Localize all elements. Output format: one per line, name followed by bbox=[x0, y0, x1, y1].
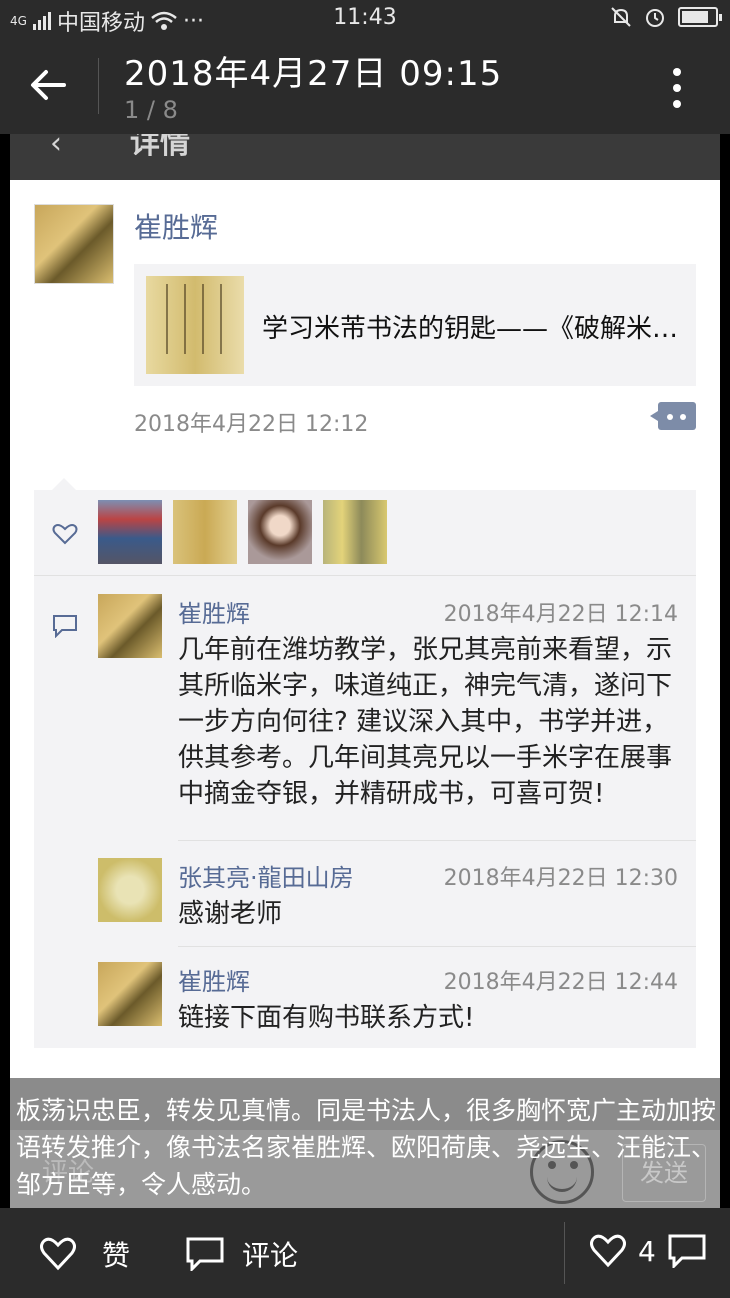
divider bbox=[178, 840, 696, 841]
more-options-icon[interactable] bbox=[672, 66, 682, 110]
comment-item[interactable]: 张其亮·龍田山房 2018年4月22日 12:30 感谢老师 bbox=[98, 858, 678, 938]
likes-row bbox=[34, 490, 696, 576]
avatar[interactable] bbox=[98, 858, 162, 922]
like-count: 4 bbox=[638, 1234, 656, 1268]
back-arrow-icon[interactable] bbox=[26, 62, 72, 108]
comment-icon bbox=[53, 615, 77, 638]
link-thumbnail bbox=[146, 276, 244, 374]
header-divider bbox=[98, 58, 99, 114]
heart-icon bbox=[40, 1237, 76, 1271]
page-indicator: 1 / 8 bbox=[124, 96, 178, 124]
screenshot-title: 详情 bbox=[130, 134, 190, 161]
post-time: 2018年4月22日 12:12 bbox=[134, 412, 369, 437]
battery-icon bbox=[678, 7, 722, 27]
comment-item[interactable]: 崔胜辉 2018年4月22日 12:44 链接下面有购书联系方式! bbox=[98, 962, 678, 1042]
like-count-button[interactable]: 4 bbox=[590, 1234, 706, 1268]
comment-menu-button[interactable] bbox=[650, 402, 696, 430]
comment-author[interactable]: 崔胜辉 bbox=[178, 594, 250, 629]
divider bbox=[564, 1222, 565, 1284]
chevron-left-icon: ‹ bbox=[50, 134, 62, 161]
like-label: 赞 bbox=[102, 1239, 131, 1272]
divider bbox=[178, 946, 696, 947]
avatar[interactable] bbox=[173, 500, 237, 564]
comment-text: 链接下面有购书联系方式! bbox=[178, 1003, 475, 1033]
bottom-action-bar: 赞 评论 4 bbox=[0, 1208, 730, 1298]
avatar[interactable] bbox=[98, 500, 162, 564]
avatar[interactable] bbox=[323, 500, 387, 564]
photo-caption: 板荡识忠臣，转发见真情。同是书法人，很多胸怀宽广主动加按语转发推介，像书法名家崔… bbox=[16, 1096, 717, 1199]
comment-text: 感谢老师 bbox=[178, 899, 283, 929]
status-bar: 4G 中国移动 ··· 11:43 bbox=[0, 0, 730, 38]
link-title: 学习米芾书法的钥匙——《破解米… bbox=[262, 314, 679, 344]
status-right bbox=[610, 6, 722, 28]
comment-time: 2018年4月22日 12:44 bbox=[443, 970, 678, 995]
comment-text: 几年前在潍坊教学，张兄其亮前来看望，示其所临米字，味道纯正，神完气清，遂问下一步… bbox=[178, 635, 673, 809]
shared-link[interactable]: 学习米芾书法的钥匙——《破解米… bbox=[134, 264, 696, 386]
comment-icon bbox=[186, 1237, 224, 1271]
screenshot-header: ‹ 详情 bbox=[10, 134, 720, 180]
like-button[interactable]: 赞 bbox=[40, 1234, 130, 1274]
post-author[interactable]: 崔胜辉 bbox=[134, 206, 218, 246]
avatar[interactable] bbox=[98, 962, 162, 1026]
comment-time: 2018年4月22日 12:30 bbox=[443, 866, 678, 891]
comment-label: 评论 bbox=[242, 1239, 299, 1272]
moments-post: 崔胜辉 学习米芾书法的钥匙——《破解米… 2018年4月22日 12:12 崔胜… bbox=[10, 180, 720, 1078]
comment-item[interactable]: 崔胜辉 2018年4月22日 12:14 几年前在潍坊教学，张兄其亮前来看望，示… bbox=[98, 594, 678, 834]
comment-author[interactable]: 崔胜辉 bbox=[178, 962, 250, 997]
page-title: 2018年4月27日 09:15 bbox=[124, 54, 503, 94]
likes-comments-panel: 崔胜辉 2018年4月22日 12:14 几年前在潍坊教学，张兄其亮前来看望，示… bbox=[34, 478, 696, 1048]
heart-icon bbox=[52, 524, 78, 545]
alarm-icon bbox=[646, 9, 664, 27]
comment-icon[interactable] bbox=[668, 1234, 706, 1268]
heart-icon bbox=[590, 1234, 626, 1268]
caption-overlay: 评论 发送 板荡识忠臣，转发见真情。同是书法人，很多胸怀宽广主动加按语转发推介，… bbox=[10, 1078, 720, 1208]
avatar[interactable] bbox=[248, 500, 312, 564]
mute-bell-icon bbox=[611, 7, 631, 27]
avatar[interactable] bbox=[34, 204, 114, 284]
comment-author[interactable]: 张其亮·龍田山房 bbox=[178, 858, 354, 893]
gallery-header: 2018年4月27日 09:15 1 / 8 bbox=[0, 38, 730, 134]
comment-button[interactable]: 评论 bbox=[186, 1234, 298, 1274]
comment-time: 2018年4月22日 12:14 bbox=[443, 602, 678, 627]
avatar[interactable] bbox=[98, 594, 162, 658]
